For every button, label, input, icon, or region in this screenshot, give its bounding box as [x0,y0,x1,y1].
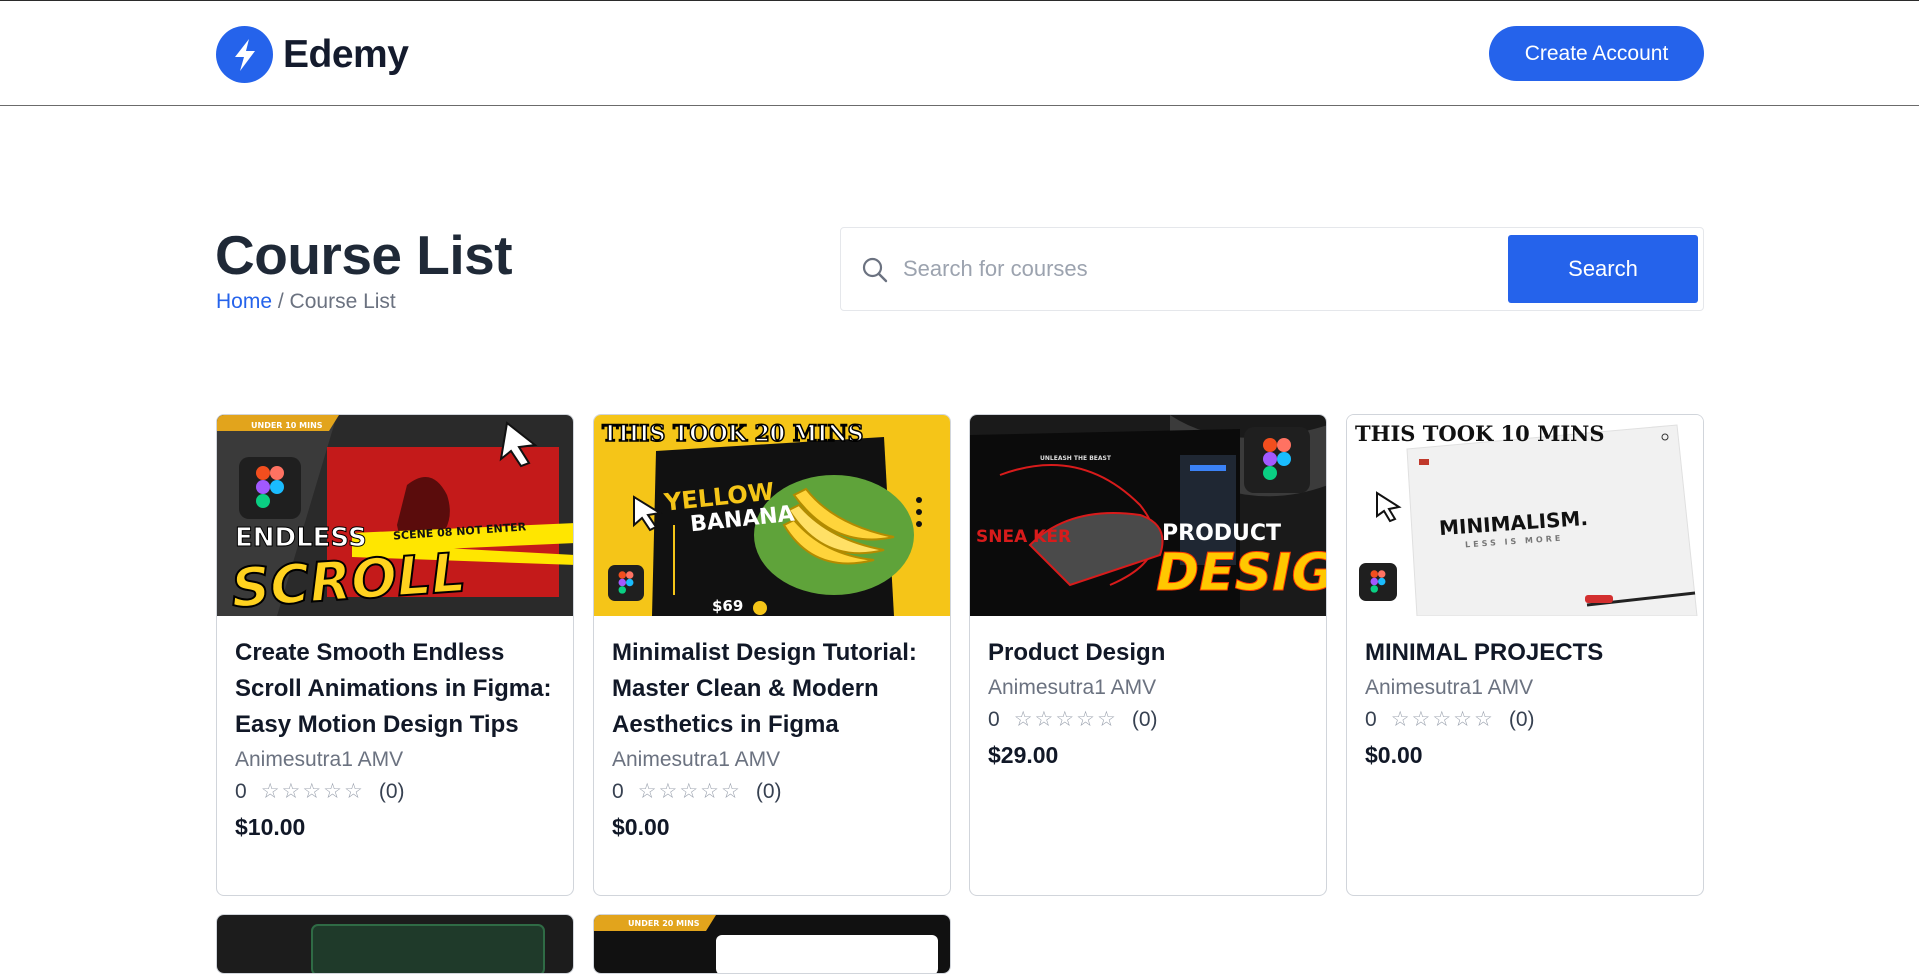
search-input[interactable] [903,246,1333,292]
course-card[interactable]: THIS TOOK 10 MINS MINIMALISM. LESS IS MO… [1346,414,1704,896]
breadcrumb: Home / Course List [216,290,396,314]
breadcrumb-home-link[interactable]: Home [216,290,272,313]
course-rating: 0 ☆☆☆☆☆ (0) [988,705,1310,735]
figma-icon [239,457,301,519]
course-rating: 0 ☆☆☆☆☆ (0) [235,777,557,807]
site-header: Edemy Create Account [0,1,1919,106]
course-thumbnail: THIS TOOK 20 MINS YELLOW BANANA $69 [594,415,950,616]
thumbnail-price-tag: $69 [712,597,744,615]
course-rating: 0 ☆☆☆☆☆ (0) [612,777,934,807]
thumbnail-headline: THIS TOOK 10 MINS [1355,421,1605,446]
card-body: MINIMAL PROJECTS Animesutra1 AMV 0 ☆☆☆☆☆… [1365,635,1687,771]
course-thumbnail: THIS TOOK 10 MINS MINIMALISM. LESS IS MO… [1347,415,1703,616]
figma-icon [608,565,644,601]
card-body: Create Smooth Endless Scroll Animations … [235,635,557,843]
course-author: Animesutra1 AMV [1365,676,1534,699]
course-title[interactable]: Minimalist Design Tutorial: Master Clean… [612,635,934,743]
card-body: Minimalist Design Tutorial: Master Clean… [612,635,934,843]
search-icon [862,257,888,283]
course-price: $10.00 [235,814,306,840]
page-title: Course List [215,224,513,286]
breadcrumb-current: Course List [289,290,396,313]
course-thumbnail: UNLEASH THE BEAST SNEA KER PRODUCT DESIG… [970,415,1326,616]
course-card-partial[interactable] [216,914,574,974]
figma-icon [1244,427,1310,493]
star-rating-icon: ☆☆☆☆☆ [1390,708,1495,731]
course-author: Animesutra1 AMV [988,676,1157,699]
course-author: Animesutra1 AMV [612,748,781,771]
course-author: Animesutra1 AMV [235,748,404,771]
rating-value: 0 [1365,708,1377,731]
lightning-bolt-icon [216,26,273,83]
rating-value: 0 [235,780,247,803]
review-count: (0) [1508,708,1535,731]
review-count: (0) [378,780,405,803]
thumbnail-side-text: SNEA KER [976,527,1072,547]
create-account-button[interactable]: Create Account [1489,26,1704,81]
course-price: $0.00 [1365,742,1423,768]
review-count: (0) [1131,708,1158,731]
star-rating-icon: ☆☆☆☆☆ [260,780,365,803]
star-rating-icon: ☆☆☆☆☆ [1013,708,1118,731]
thumbnail-subheadline: DESIGN [1156,543,1326,604]
figma-icon [1359,563,1397,601]
rating-value: 0 [988,708,1000,731]
review-count: (0) [755,780,782,803]
course-card[interactable]: UNDER 10 MINS SCENE 08 NOT ENTER ENDLESS… [216,414,574,896]
card-body: Product Design Animesutra1 AMV 0 ☆☆☆☆☆ (… [988,635,1310,771]
course-title[interactable]: MINIMAL PROJECTS [1365,635,1687,671]
thumbnail-headline: THIS TOOK 20 MINS [601,420,864,448]
course-title[interactable]: Product Design [988,635,1310,671]
course-thumbnail: UNDER 10 MINS SCENE 08 NOT ENTER ENDLESS… [217,415,573,616]
course-card-partial[interactable]: UNDER 20 MINS [593,914,951,974]
course-thumbnail [217,915,573,973]
search-button[interactable]: Search [1508,235,1698,303]
course-price: $0.00 [612,814,670,840]
course-card[interactable]: UNLEASH THE BEAST SNEA KER PRODUCT DESIG… [969,414,1327,896]
breadcrumb-separator: / [272,290,290,313]
course-price: $29.00 [988,742,1059,768]
thumbnail-tag: UNDER 20 MINS [628,919,700,928]
thumbnail-tag: UNDER 10 MINS [251,421,323,430]
rating-value: 0 [612,780,624,803]
course-card[interactable]: THIS TOOK 20 MINS YELLOW BANANA $69 Mini… [593,414,951,896]
course-title[interactable]: Create Smooth Endless Scroll Animations … [235,635,557,743]
search-form: Search [840,227,1704,311]
course-rating: 0 ☆☆☆☆☆ (0) [1365,705,1687,735]
star-rating-icon: ☆☆☆☆☆ [637,780,742,803]
brand-logo[interactable]: Edemy [216,26,409,83]
brand-name: Edemy [283,32,409,76]
thumbnail-caption: UNLEASH THE BEAST [1040,455,1111,462]
